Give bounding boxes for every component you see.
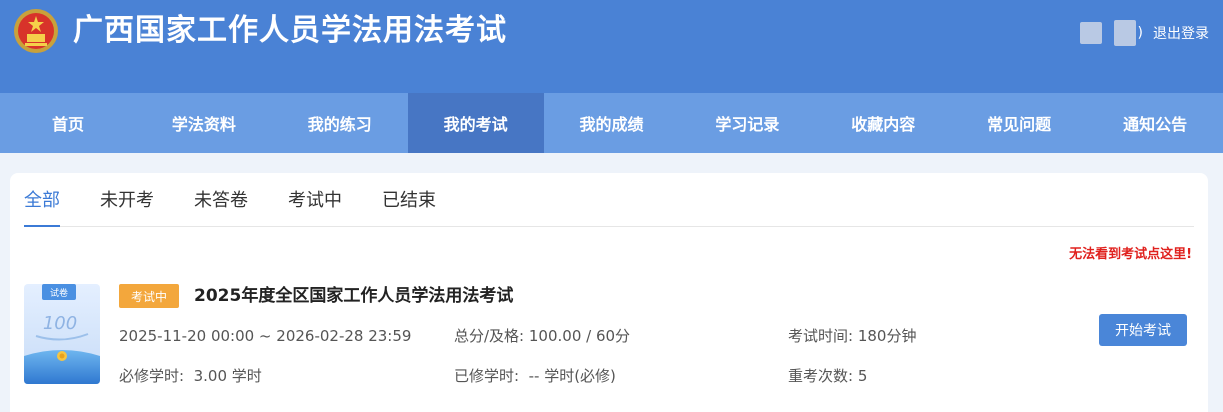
required-hours-info: 必修学时: 3.00 学时: [119, 366, 262, 386]
paper-tag: 试卷: [50, 287, 68, 299]
completed-value: -- 学时(必修): [528, 367, 616, 385]
main-nav: 首页 学法资料 我的练习 我的考试 我的成绩 学习记录 收藏内容 常见问题 通知…: [0, 93, 1223, 153]
nav-item-my-practice[interactable]: 我的练习: [272, 93, 408, 153]
site-title: 广西国家工作人员学法用法考试: [73, 13, 507, 48]
paper-score: 100: [43, 313, 77, 334]
exam-time-range: 2025-11-20 00:00 ~ 2026-02-28 23:59: [119, 327, 412, 345]
duration-label: 考试时间:: [788, 327, 854, 345]
tab-finished[interactable]: 已结束: [382, 187, 436, 227]
status-badge: 考试中: [119, 284, 179, 308]
nav-item-favorites[interactable]: 收藏内容: [815, 93, 951, 153]
retake-value: 5: [857, 367, 868, 385]
logout-link[interactable]: 退出登录: [1153, 23, 1209, 43]
exam-filter-tabs: 全部 未开考 未答卷 考试中 已结束: [24, 187, 1194, 227]
tab-all[interactable]: 全部: [24, 187, 60, 227]
avatar: [1079, 22, 1102, 44]
tab-not-answered[interactable]: 未答卷: [194, 187, 248, 227]
username-suffix: ): [1137, 25, 1143, 41]
completed-label: 已修学时:: [454, 367, 520, 385]
nav-item-home[interactable]: 首页: [0, 93, 136, 153]
site-header: 广西国家工作人员学法用法考试 ) 退出登录: [0, 0, 1223, 93]
nav-item-announcements[interactable]: 通知公告: [1087, 93, 1223, 153]
exam-duration-info: 考试时间: 180分钟: [788, 326, 916, 346]
exam-paper-icon: 试卷 100: [24, 284, 100, 384]
completed-hours-info: 已修学时: -- 学时(必修): [454, 366, 616, 386]
required-value: 3.00 学时: [193, 367, 262, 385]
tab-in-progress[interactable]: 考试中: [288, 187, 342, 227]
national-emblem-icon: [14, 9, 58, 53]
tab-not-started[interactable]: 未开考: [100, 187, 154, 227]
nav-item-my-exams[interactable]: 我的考试: [407, 93, 544, 153]
exam-title: 2025年度全区国家工作人员学法用法考试: [194, 286, 514, 306]
exam-list-card: 全部 未开考 未答卷 考试中 已结束 无法看到考试点这里! 试卷 100 考试中…: [10, 173, 1208, 412]
nav-item-study-records[interactable]: 学习记录: [679, 93, 815, 153]
nav-item-study-materials[interactable]: 学法资料: [136, 93, 272, 153]
username-redacted: [1113, 20, 1136, 46]
start-exam-button[interactable]: 开始考试: [1099, 314, 1187, 346]
retake-count-info: 重考次数: 5: [788, 366, 867, 386]
nav-item-my-scores[interactable]: 我的成绩: [544, 93, 680, 153]
retake-label: 重考次数:: [788, 367, 854, 385]
required-label: 必修学时:: [119, 367, 185, 385]
nav-item-faq[interactable]: 常见问题: [951, 93, 1087, 153]
exam-score-info: 总分/及格: 100.00 / 60分: [454, 326, 630, 346]
user-area: ) 退出登录: [1079, 18, 1209, 48]
duration-value: 180分钟: [857, 327, 917, 345]
score-value: 100.00 / 60分: [528, 327, 631, 345]
help-notice-link[interactable]: 无法看到考试点这里!: [1069, 243, 1192, 262]
score-label: 总分/及格:: [454, 327, 525, 345]
